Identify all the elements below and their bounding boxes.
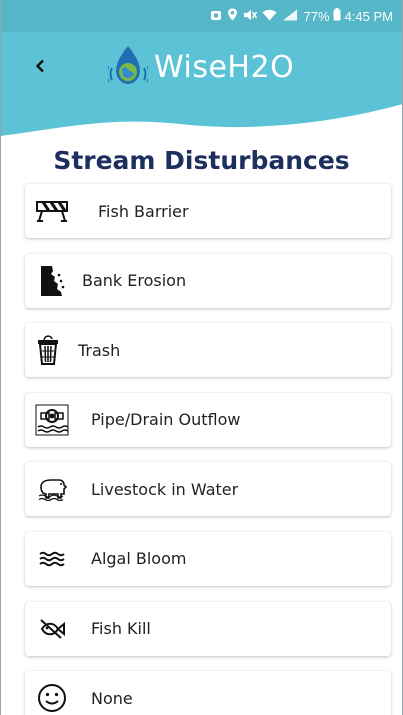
chevron-left-icon (35, 59, 44, 73)
disturbance-list: Fish Barrier Bank Erosion Trash Pipe/Dra… (25, 184, 391, 715)
algal-bloom-icon (35, 542, 69, 576)
list-item-label: Pipe/Drain Outflow (91, 410, 241, 430)
list-item-fish-barrier[interactable]: Fish Barrier (25, 184, 391, 238)
battery-icon (333, 8, 341, 24)
list-item-label: Algal Bloom (91, 549, 187, 569)
smiley-icon (35, 681, 69, 715)
app-logo: WiseH2O (108, 44, 294, 90)
list-item-label: Fish Barrier (98, 201, 189, 221)
list-item-label: Livestock in Water (91, 479, 239, 499)
list-item-pipe-drain-outflow[interactable]: Pipe/Drain Outflow (25, 392, 391, 447)
barrier-icon (35, 194, 69, 228)
mute-icon (243, 9, 257, 24)
app-name: WiseH2O (154, 49, 295, 85)
fish-kill-icon (35, 612, 69, 646)
status-bar: 77% 4:45 PM (0, 0, 403, 32)
pipe-outflow-icon (35, 403, 69, 437)
back-button[interactable] (26, 52, 54, 80)
erosion-icon (35, 264, 69, 298)
status-icons (210, 8, 298, 24)
location-icon (227, 8, 238, 24)
list-item-none[interactable]: None (25, 671, 391, 715)
livestock-icon (35, 472, 69, 506)
signal-icon (282, 9, 298, 24)
list-item-label: Bank Erosion (82, 271, 187, 291)
globe-drop-icon (108, 46, 148, 84)
list-item-fish-kill[interactable]: Fish Kill (25, 601, 391, 656)
page-title: Stream Disturbances (53, 146, 350, 175)
app-header: WiseH2O (0, 32, 403, 142)
list-item-label: Trash (78, 340, 121, 360)
list-item-livestock-in-water[interactable]: Livestock in Water (25, 462, 391, 517)
alarm-icon (210, 9, 222, 24)
wifi-icon (262, 9, 277, 24)
clock-time: 4:45 PM (344, 8, 393, 24)
list-item-bank-erosion[interactable]: Bank Erosion (25, 253, 391, 308)
list-item-trash[interactable]: Trash (25, 323, 391, 378)
list-item-label: None (91, 688, 133, 708)
list-item-label: Fish Kill (91, 619, 151, 639)
list-item-algal-bloom[interactable]: Algal Bloom (25, 531, 391, 586)
battery-level: 77% (303, 8, 330, 24)
trash-can-icon (31, 333, 65, 367)
